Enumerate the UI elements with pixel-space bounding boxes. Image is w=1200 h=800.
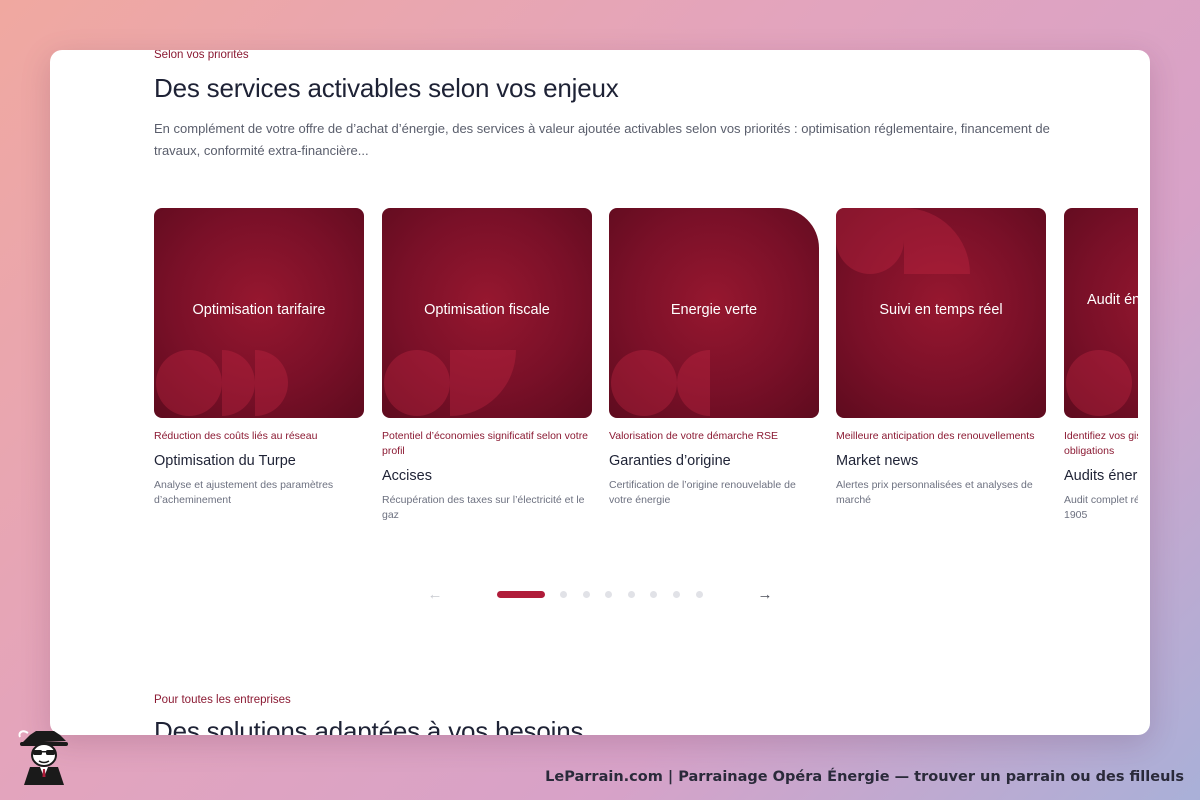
carousel-dot[interactable]	[582, 591, 590, 598]
service-name: Market news	[836, 453, 919, 469]
service-slide[interactable]: Suivi en temps réel Meilleure anticipati…	[836, 208, 1046, 508]
service-tile[interactable]: Audit énergétique	[1064, 208, 1138, 418]
service-name: Garanties d’origine	[609, 453, 731, 469]
tile-title: Audit énergétique	[1087, 292, 1138, 308]
tile-title: Energie verte	[670, 302, 758, 318]
carousel-dot[interactable]	[605, 591, 613, 598]
carousel-dots	[497, 591, 718, 598]
section-lede: En complément de votre offre de d’achat …	[154, 121, 1050, 158]
carousel-nav: ← →	[50, 585, 1150, 605]
service-description: Alertes prix personnalisées et analyses …	[836, 479, 1033, 506]
service-category: Potentiel d’économies significatif selon…	[382, 430, 589, 457]
service-tile[interactable]: Suivi en temps réel	[836, 208, 1046, 418]
service-name: Audits énergétiques entreprises	[1064, 468, 1138, 484]
service-tile[interactable]: Optimisation fiscale	[382, 208, 592, 418]
service-name: Accises	[382, 468, 432, 484]
carousel-dot[interactable]	[695, 591, 703, 598]
carousel-dot[interactable]	[560, 591, 567, 598]
service-description: Analyse et ajustement des paramètres d’a…	[154, 479, 334, 506]
tile-title: Suivi en temps réel	[879, 302, 1003, 318]
carousel-dot[interactable]	[650, 591, 658, 598]
service-tile[interactable]: Energie verte	[609, 208, 819, 418]
service-category: Identifiez vos gisements et respectez vo…	[1064, 430, 1138, 457]
tile-title: Optimisation fiscale	[424, 302, 550, 318]
service-slide[interactable]: Energie verte Valorisation de votre déma…	[609, 208, 819, 508]
footer-caption: LeParrain.com | Parrainage Opéra Énergie…	[545, 769, 1184, 785]
service-category: Valorisation de votre démarche RSE	[609, 430, 779, 442]
section2-eyebrow: Pour toutes les entreprises	[154, 694, 291, 706]
services-card: Selon vos priorités Des services activab…	[50, 50, 1150, 735]
carousel-dot[interactable]	[627, 591, 635, 598]
carousel-dot-active[interactable]	[497, 591, 545, 598]
arrow-left-icon[interactable]: ←	[425, 585, 445, 605]
service-category: Meilleure anticipation des renouvellemen…	[836, 430, 1035, 442]
service-slide[interactable]: Audit énergétique Identifiez vos gisemen…	[1064, 208, 1138, 523]
service-name: Optimisation du Turpe	[154, 453, 296, 469]
service-description: Certification de l’origine renouvelable …	[609, 479, 796, 506]
service-slide[interactable]: Optimisation tarifaire Réduction des coû…	[154, 208, 364, 508]
gangster-mascot-icon	[18, 730, 68, 785]
section-eyebrow: Selon vos priorités	[154, 50, 249, 61]
service-slide[interactable]: Optimisation fiscale Potentiel d’économi…	[382, 208, 592, 523]
tile-title: Optimisation tarifaire	[192, 302, 326, 318]
services-carousel: Optimisation tarifaire Réduction des coû…	[154, 208, 1138, 558]
carousel-dot[interactable]	[672, 591, 680, 598]
service-category: Réduction des coûts liés au réseau	[154, 430, 318, 442]
service-description: Récupération des taxes sur l’électricité…	[382, 494, 585, 521]
section2-title: Des solutions adaptées à vos besoins	[154, 716, 584, 735]
section-title: Des services activables selon vos enjeux	[154, 73, 619, 103]
arrow-right-icon[interactable]: →	[755, 585, 775, 605]
service-tile[interactable]: Optimisation tarifaire	[154, 208, 364, 418]
service-description: Audit complet réalisé par un bureau OPQI…	[1064, 494, 1138, 521]
